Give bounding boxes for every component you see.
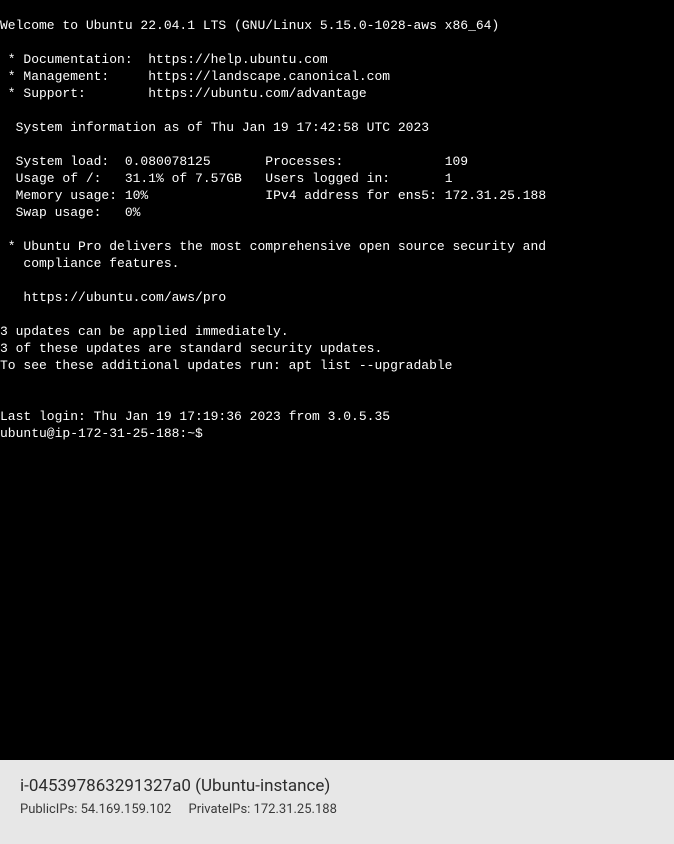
instance-id: i-045397863291327a0 xyxy=(20,776,191,796)
users-label: Users logged in: xyxy=(265,171,444,186)
instance-name: Ubuntu-instance xyxy=(201,776,324,796)
shell-prompt-line[interactable]: ubuntu@ip-172-31-25-188:~$ xyxy=(0,426,211,441)
stat-row-4: Swap usage: 0% xyxy=(0,205,140,220)
public-ip-label: PublicIPs: xyxy=(20,802,77,817)
private-ip-block: PrivateIPs: 172.31.25.188 xyxy=(189,802,337,817)
doc-url: https://help.ubuntu.com xyxy=(148,52,327,67)
system-load-value: 0.080078125 xyxy=(125,154,211,169)
terminal-output[interactable]: Welcome to Ubuntu 22.04.1 LTS (GNU/Linux… xyxy=(0,0,674,760)
doc-label: * Documentation: xyxy=(0,52,148,67)
private-ip-label: PrivateIPs: xyxy=(189,802,251,817)
support-url: https://ubuntu.com/advantage xyxy=(148,86,366,101)
updates-line-3: To see these additional updates run: apt… xyxy=(0,358,452,373)
updates-line-2: 3 of these updates are standard security… xyxy=(0,341,382,356)
disk-usage-label: Usage of /: xyxy=(0,171,125,186)
ipv4-value: 172.31.25.188 xyxy=(445,188,546,203)
users-value: 1 xyxy=(445,171,453,186)
stat-row-3: Memory usage: 10% IPv4 address for ens5:… xyxy=(0,188,546,203)
ubuntu-pro-url: https://ubuntu.com/aws/pro xyxy=(0,290,226,305)
mgmt-label: * Management: xyxy=(0,69,148,84)
public-ip-block: PublicIPs: 54.169.159.102 xyxy=(20,802,171,817)
ipv4-label: IPv4 address for ens5: xyxy=(265,188,444,203)
ubuntu-pro-line-2: compliance features. xyxy=(0,256,179,271)
updates-line-1: 3 updates can be applied immediately. xyxy=(0,324,289,339)
mgmt-link-line: * Management: https://landscape.canonica… xyxy=(0,69,390,84)
memory-value: 10% xyxy=(125,188,148,203)
memory-label: Memory usage: xyxy=(0,188,125,203)
instance-title: i-045397863291327a0 (Ubuntu-instance) xyxy=(20,776,654,796)
processes-value: 109 xyxy=(445,154,468,169)
instance-info-footer: i-045397863291327a0 (Ubuntu-instance) Pu… xyxy=(0,760,674,833)
shell-prompt: ubuntu@ip-172-31-25-188:~$ xyxy=(0,426,211,441)
last-login-line: Last login: Thu Jan 19 17:19:36 2023 fro… xyxy=(0,409,390,424)
support-label: * Support: xyxy=(0,86,148,101)
swap-value: 0% xyxy=(125,205,141,220)
disk-usage-value: 31.1% of 7.57GB xyxy=(125,171,242,186)
welcome-line: Welcome to Ubuntu 22.04.1 LTS (GNU/Linux… xyxy=(0,18,499,33)
doc-link-line: * Documentation: https://help.ubuntu.com xyxy=(0,52,328,67)
private-ip-value: 172.31.25.188 xyxy=(254,802,337,817)
spacer xyxy=(211,154,266,169)
stat-row-1: System load: 0.080078125 Processes: 109 xyxy=(0,154,468,169)
spacer xyxy=(242,171,265,186)
processes-label: Processes: xyxy=(265,154,444,169)
swap-label: Swap usage: xyxy=(0,205,125,220)
system-load-label: System load: xyxy=(0,154,125,169)
ubuntu-pro-line-1: * Ubuntu Pro delivers the most comprehen… xyxy=(0,239,546,254)
stat-row-2: Usage of /: 31.1% of 7.57GB Users logged… xyxy=(0,171,453,186)
sysinfo-header: System information as of Thu Jan 19 17:4… xyxy=(0,120,429,135)
spacer xyxy=(148,188,265,203)
public-ip-value: 54.169.159.102 xyxy=(81,802,172,817)
support-link-line: * Support: https://ubuntu.com/advantage xyxy=(0,86,367,101)
instance-ips: PublicIPs: 54.169.159.102 PrivateIPs: 17… xyxy=(20,802,654,817)
mgmt-url: https://landscape.canonical.com xyxy=(148,69,390,84)
